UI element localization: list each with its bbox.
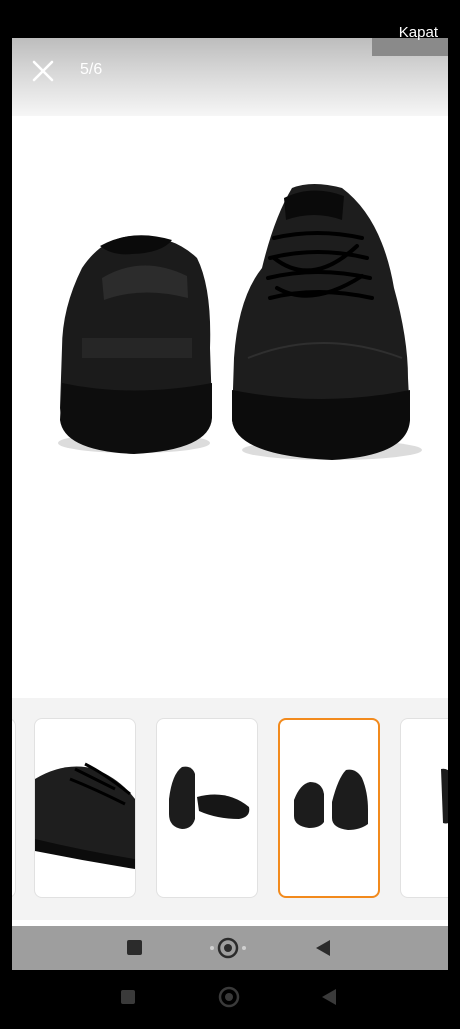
square-icon[interactable] (127, 940, 142, 955)
gallery-viewer: 5/6 (12, 38, 448, 970)
back-icon[interactable] (322, 989, 336, 1005)
thumbnail-6[interactable] (400, 718, 448, 898)
target-icon[interactable] (210, 937, 246, 959)
recents-icon[interactable] (121, 990, 135, 1004)
gallery-bottom-bar (12, 926, 448, 970)
shoe-pair-sole-image (169, 766, 250, 829)
shoes-back-front-image (58, 184, 422, 460)
thumbnail-1[interactable] (12, 718, 16, 898)
close-icon (32, 60, 54, 82)
shoe-partial-image (441, 768, 448, 824)
image-counter: 5/6 (80, 61, 103, 78)
main-product-image[interactable] (12, 158, 448, 518)
shoe-side-closeup-image (35, 762, 135, 869)
system-navigation-bar (0, 970, 460, 1024)
thumbnail-5-selected[interactable] (278, 718, 380, 898)
close-text-button[interactable]: Kapat (372, 25, 448, 56)
shoes-back-front-thumbnail (294, 769, 368, 830)
thumbnail-2[interactable] (34, 718, 136, 898)
back-triangle-icon[interactable] (316, 940, 330, 956)
thumbnail-strip[interactable] (12, 698, 448, 920)
close-button[interactable] (30, 58, 56, 84)
thumbnail-3[interactable] (156, 718, 258, 898)
